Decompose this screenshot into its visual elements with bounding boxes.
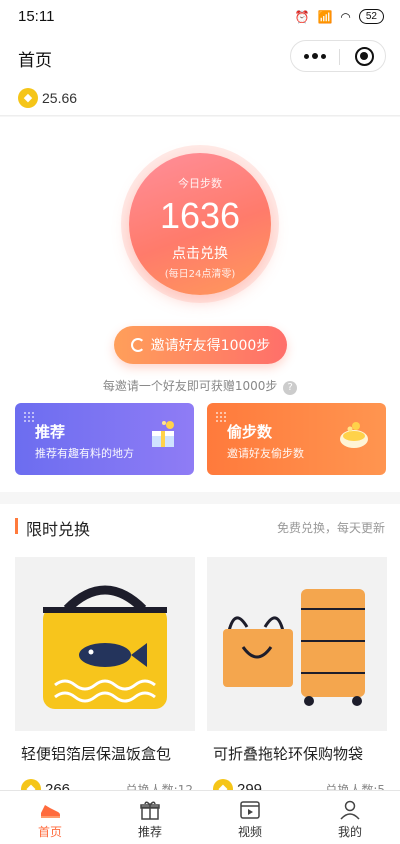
promo-title: 偷步数 — [227, 423, 273, 441]
invite-button-label: 邀请好友得1000步 — [150, 338, 271, 354]
steps-exchange-button[interactable]: 今日步数 1636 点击兑换 (每日24点清零) — [129, 153, 271, 295]
exchange-label: 点击兑换 — [172, 246, 228, 262]
coin-icon: ◆ — [18, 88, 38, 108]
gift-box-icon — [152, 421, 174, 447]
dots-decoration — [23, 411, 35, 423]
tab-label: 推荐 — [137, 825, 162, 839]
dots-decoration — [215, 411, 227, 423]
promo-card-steal-steps[interactable]: 偷步数 邀请好友偷步数 — [207, 403, 386, 475]
tab-recommend[interactable]: 推荐 — [100, 791, 200, 844]
section-subtitle: 免费兑换，每天更新 — [276, 521, 385, 535]
shoe-icon — [41, 805, 60, 818]
more-menu-icon[interactable] — [291, 41, 339, 71]
refresh-icon — [130, 338, 145, 352]
status-icons: ⏰ 📶 ◠ 52 — [294, 9, 384, 24]
product-name: 可折叠拖轮环保购物袋 — [213, 745, 364, 763]
close-target-icon[interactable] — [355, 47, 374, 66]
product-name: 轻便铝箔层保温饭盒包 — [21, 745, 172, 763]
coin-balance-row: ◆ 25.66 — [0, 80, 400, 116]
section-title: 限时兑换 — [26, 520, 91, 539]
tab-label: 视频 — [237, 825, 262, 839]
product-image — [15, 557, 195, 731]
bottom-tab-bar: 首页 推荐 视频 我的 — [0, 790, 400, 844]
exchange-count: 兑换人数:12 — [125, 783, 193, 790]
nav-bar: 首页 — [0, 34, 400, 80]
steps-ring: 今日步数 1636 点击兑换 (每日24点清零) — [121, 145, 279, 303]
mini-program-capsule — [290, 40, 386, 72]
invite-tip-text: 每邀请一个好友即可获赠1000步 — [102, 379, 278, 393]
product-price: ◆ 266 — [21, 779, 70, 790]
tab-home[interactable]: 首页 — [0, 791, 100, 844]
promo-subtitle: 邀请好友偷步数 — [227, 447, 304, 460]
product-price-value: 266 — [45, 780, 71, 791]
tab-label: 我的 — [337, 825, 362, 839]
tab-me[interactable]: 我的 — [300, 791, 400, 844]
help-icon[interactable]: ? — [283, 381, 298, 395]
product-card[interactable]: 可折叠拖轮环保购物袋 ◆ 299 兑换人数:5 — [207, 557, 387, 790]
battery-icon: 52 — [358, 9, 384, 24]
coin-icon: ◆ — [213, 779, 233, 790]
trolley-bag-illustration — [223, 589, 365, 706]
video-icon — [240, 801, 260, 819]
invite-tip: 每邀请一个好友即可获赠1000步 ? — [0, 377, 400, 395]
coin-balance: 25.66 — [42, 90, 78, 106]
signal-icon: 📶 — [317, 9, 333, 24]
tab-video[interactable]: 视频 — [200, 791, 300, 844]
reset-note: (每日24点清零) — [164, 269, 236, 280]
promo-card-recommend[interactable]: 推荐 推荐有趣有料的地方 — [15, 403, 194, 475]
status-bar: 15:11 ⏰ 📶 ◠ 52 — [0, 0, 400, 34]
steps-card: 今日步数 1636 点击兑换 (每日24点清零) 邀请好友得1000步 每邀请一… — [0, 117, 400, 492]
coin-icon: ◆ — [21, 779, 41, 790]
promo-subtitle: 推荐有趣有料的地方 — [35, 447, 134, 460]
section-accent-bar — [15, 518, 18, 534]
tab-label: 首页 — [37, 825, 62, 839]
invite-friends-button[interactable]: 邀请好友得1000步 — [114, 326, 287, 364]
gift-icon — [140, 801, 160, 820]
promo-title: 推荐 — [35, 423, 66, 441]
coin-pot-icon — [340, 422, 368, 448]
exchange-count: 兑换人数:5 — [325, 783, 385, 790]
today-steps-label: 今日步数 — [178, 177, 222, 190]
status-time: 15:11 — [18, 8, 55, 25]
product-image — [207, 557, 387, 731]
user-icon — [340, 800, 360, 820]
product-card[interactable]: 轻便铝箔层保温饭盒包 ◆ 266 兑换人数:12 — [15, 557, 195, 790]
lunch-bag-illustration — [43, 585, 167, 709]
product-price-value: 299 — [237, 780, 263, 791]
steps-count: 1636 — [159, 195, 241, 236]
capsule-divider — [339, 49, 340, 65]
product-price: ◆ 299 — [213, 779, 262, 790]
limited-exchange-section: 限时兑换 免费兑换，每天更新 轻便铝箔层保温饭盒包 ◆ 266 兑换人数:12 — [0, 504, 400, 790]
alarm-icon: ⏰ — [294, 9, 310, 24]
page-title: 首页 — [18, 51, 52, 71]
wifi-icon: ◠ — [340, 9, 351, 24]
